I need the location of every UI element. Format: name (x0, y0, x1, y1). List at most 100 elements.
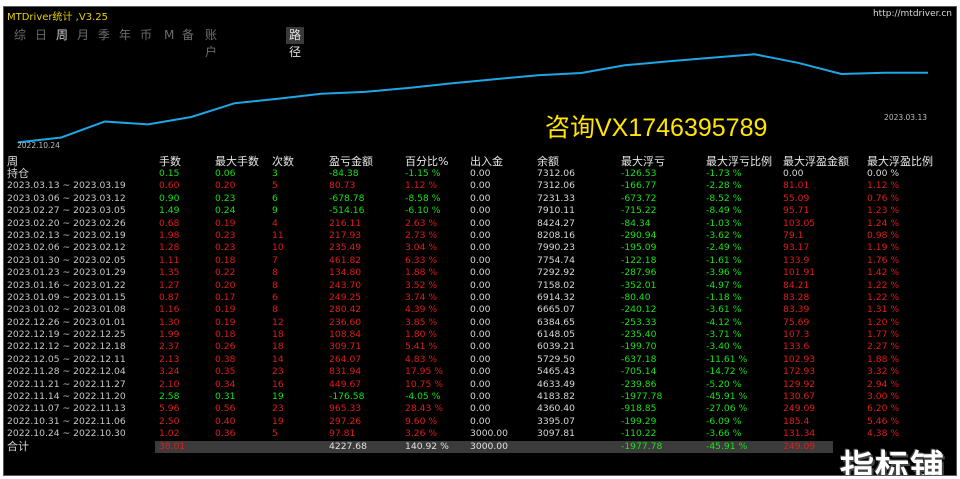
table-cell: 75.69 (783, 316, 810, 328)
table-cell: 79.1 (783, 229, 804, 241)
table-cell: 280.42 (329, 304, 362, 316)
table-cell: 0.23 (215, 242, 236, 254)
week-range-cell: 2023.02.20 ~ 2023.02.26 (7, 217, 126, 229)
table-cell: 1.76 % (867, 254, 900, 266)
stats-window: MTDriver统计 ,V3.25 http://mtdriver.cn 综 日… (3, 6, 957, 476)
week-range-cell: 2023.01.09 ~ 2023.01.15 (7, 291, 126, 303)
table-cell: -705.14 (621, 366, 657, 378)
table-cell: 19 (272, 391, 284, 403)
table-cell: 0.00 (470, 242, 491, 254)
table-row: 2022.12.19 ~ 2022.12.25 1.99 0.18 18 108.84 1… (4, 329, 956, 341)
total-cell: -45.91 % (706, 440, 748, 452)
table-cell: -8.52 % (706, 192, 742, 204)
site-url-link[interactable]: http://mtdriver.cn (873, 9, 952, 19)
table-row: 2023.01.23 ~ 2023.01.29 1.35 0.22 8 134.80 1.… (4, 267, 956, 279)
table-cell: -176.58 (329, 391, 365, 403)
table-cell: 131.34 (783, 428, 816, 440)
column-header: 余额 (537, 155, 559, 168)
position-cell: 0.00 (470, 168, 491, 179)
week-range-cell: 2022.12.12 ~ 2022.12.18 (7, 341, 126, 353)
position-cell: 7312.06 (537, 168, 575, 179)
table-cell: 8208.16 (537, 229, 575, 241)
table-cell: 0.98 % (867, 229, 900, 241)
table-row: 2023.02.13 ~ 2023.02.19 1.98 0.23 11 217.93 2… (4, 230, 956, 242)
week-range-cell: 2023.01.16 ~ 2023.01.22 (7, 279, 126, 291)
table-cell: 1.77 % (867, 329, 900, 341)
column-header: 盈亏金额 (329, 155, 373, 168)
table-cell: 6 (272, 291, 278, 303)
table-cell: 4183.82 (537, 391, 575, 403)
column-header: 手数 (159, 155, 181, 168)
week-range-cell: 2022.12.26 ~ 2023.01.01 (7, 316, 126, 328)
table-cell: 7312.06 (537, 180, 575, 192)
table-cell: 55.09 (783, 192, 810, 204)
table-cell: 133.6 (783, 341, 810, 353)
table-cell: 0.00 (470, 366, 491, 378)
balance-line (17, 53, 928, 144)
table-cell: 4360.40 (537, 403, 575, 415)
table-cell: 3000.00 (470, 428, 508, 440)
table-cell: 0.00 (470, 316, 491, 328)
table-cell: 217.93 (329, 229, 362, 241)
table-row: 2023.01.16 ~ 2023.01.22 1.27 0.20 8 243.70 3.… (4, 280, 956, 292)
position-cell: -1.15 % (405, 168, 441, 179)
table-row: 2022.10.24 ~ 2022.10.30 1.02 0.36 5 97.81 3.2… (4, 428, 956, 440)
table-cell: 0.22 (215, 267, 236, 279)
table-row: 2022.11.21 ~ 2022.11.27 2.10 0.34 16 449.67 1… (4, 379, 956, 391)
table-cell: 0.23 (215, 192, 236, 204)
table-cell: 2.73 % (405, 229, 438, 241)
table-cell: -14.72 % (706, 366, 748, 378)
table-row: 2022.11.28 ~ 2022.12.04 3.24 0.35 23 831.94 1… (4, 366, 956, 378)
table-cell: -240.12 (621, 304, 657, 316)
table-cell: -1977.78 (621, 391, 663, 403)
table-cell: 5.96 (159, 403, 180, 415)
table-cell: 831.94 (329, 366, 362, 378)
table-cell: 6384.65 (537, 316, 575, 328)
table-cell: 8 (272, 304, 278, 316)
table-cell: 1.24 % (867, 217, 900, 229)
table-cell: 81.01 (783, 180, 810, 192)
table-cell: 1.16 (159, 304, 180, 316)
table-cell: 6 (272, 192, 278, 204)
table-cell: -5.20 % (706, 378, 742, 390)
table-cell: 2.50 (159, 415, 180, 427)
table-cell: 3395.07 (537, 415, 575, 427)
table-cell: 1.20 % (867, 316, 900, 328)
site-stamp: 指标铺 (840, 448, 945, 476)
table-cell: 95.71 (783, 205, 810, 217)
table-cell: 7292.92 (537, 267, 575, 279)
table-cell: 1.42 % (867, 267, 900, 279)
table-cell: 18 (272, 341, 284, 353)
table-cell: -290.94 (621, 229, 657, 241)
table-cell: 6914.32 (537, 291, 575, 303)
table-cell: 0.00 (470, 391, 491, 403)
week-range-cell: 2023.03.06 ~ 2023.03.12 (7, 192, 126, 204)
table-cell: -8.49 % (706, 205, 742, 217)
table-cell: 3.00 % (867, 391, 900, 403)
table-cell: 8 (272, 279, 278, 291)
total-row: 合计 38.01 4227.68 140.92 % 3000.00 -1977.78 -45… (4, 440, 956, 453)
table-row: 2023.02.20 ~ 2023.02.26 0.68 0.19 4 216.11 2.… (4, 218, 956, 230)
table-cell: 3.04 % (405, 242, 438, 254)
table-row: 2023.03.06 ~ 2023.03.12 0.90 0.23 6 -678.78 -… (4, 193, 956, 205)
table-cell: -3.62 % (706, 229, 742, 241)
table-cell: 0.00 (470, 279, 491, 291)
x-start-label: 2022.10.24 (17, 141, 60, 150)
column-header: 最大浮亏 (621, 155, 665, 168)
table-cell: -6.09 % (706, 415, 742, 427)
table-cell: 0.60 (159, 180, 180, 192)
table-row: 2022.12.26 ~ 2023.01.01 1.30 0.19 12 236.60 3… (4, 317, 956, 329)
week-range-cell: 2023.02.13 ~ 2023.02.19 (7, 229, 126, 241)
table-cell: 7231.33 (537, 192, 575, 204)
week-range-cell: 2023.02.27 ~ 2023.03.05 (7, 205, 126, 217)
table-cell: 10.75 % (405, 378, 443, 390)
total-cell: 140.92 % (405, 440, 449, 452)
table-cell: 0.00 (470, 403, 491, 415)
table-cell: 107.3 (783, 329, 810, 341)
table-cell: 1.23 % (867, 205, 900, 217)
table-cell: 235.49 (329, 242, 362, 254)
week-range-cell: 2022.11.21 ~ 2022.11.27 (7, 378, 126, 390)
week-range-cell: 2023.02.06 ~ 2023.02.12 (7, 242, 126, 254)
table-cell: 7910.11 (537, 205, 575, 217)
table-cell: 216.11 (329, 217, 362, 229)
